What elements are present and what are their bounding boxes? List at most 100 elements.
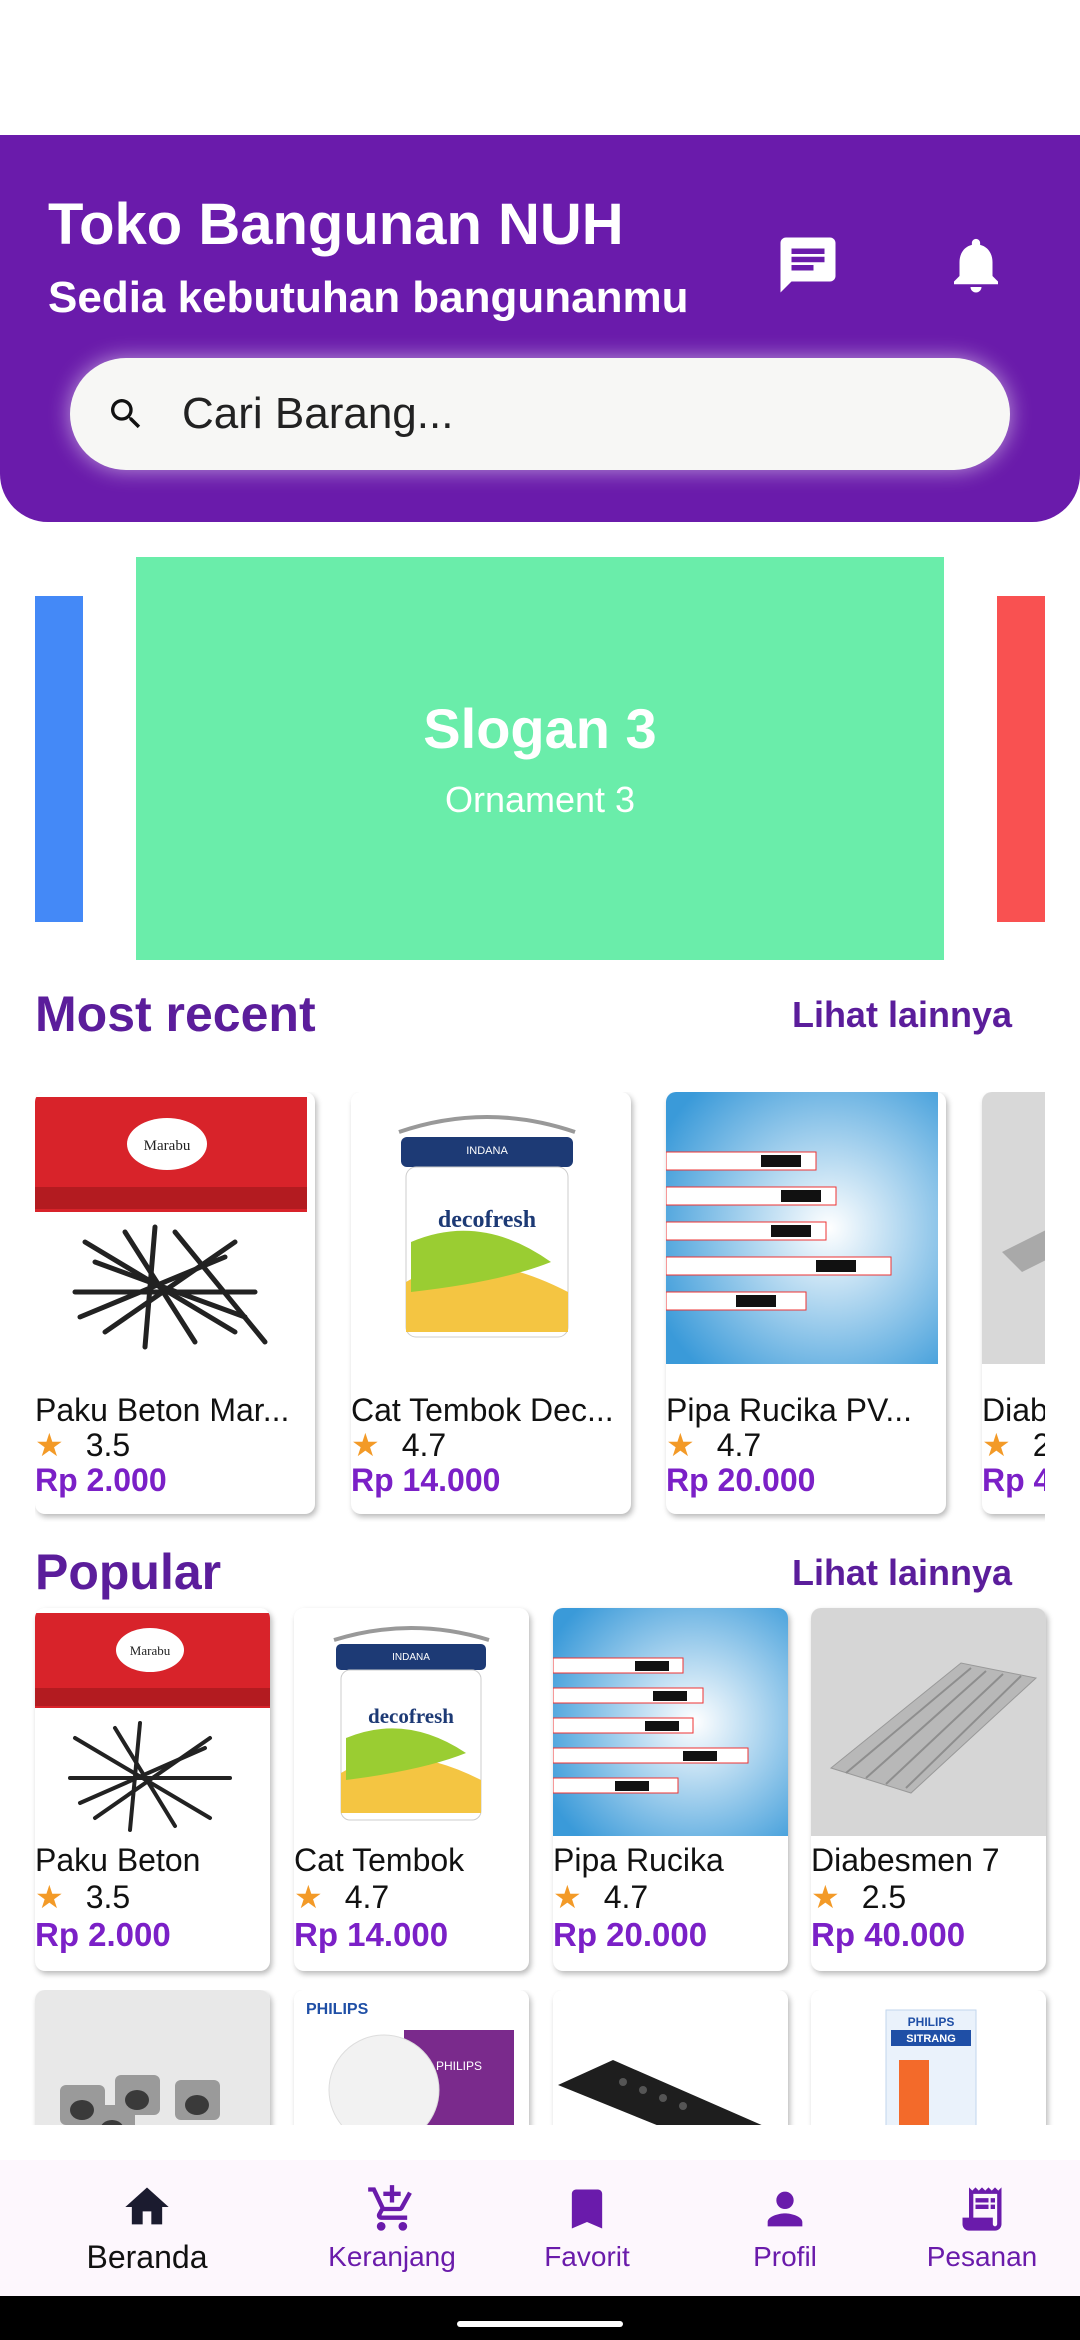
product-image-pipes [553,1608,788,1836]
product-card[interactable]: decofresh INDANA Cat Tembok Dec... ★ 4.7 … [351,1092,631,1514]
cart-icon [368,2185,412,2231]
status-bar [0,0,1080,135]
product-card[interactable]: Marabu Paku Beton ★ 3.5 Rp 2.000 [35,1608,270,1971]
svg-text:PHILIPS: PHILIPS [436,2059,482,2073]
product-card[interactable]: PHILIPS SITRANG [811,1990,1046,2125]
product-card[interactable] [553,1990,788,2125]
svg-text:INDANA: INDANA [392,1652,430,1663]
product-card[interactable]: Pipa Rucika PV... ★ 4.7 Rp 20.000 [666,1092,946,1514]
product-rating: ★ 2.5 [811,1878,906,1916]
product-name: Paku Beton Mar... [35,1392,290,1428]
product-image-nails: Marabu [35,1092,307,1364]
star-icon: ★ [982,1427,1011,1463]
product-rating: ★ 4.7 [294,1878,389,1916]
product-price: Rp 4 [982,1462,1045,1498]
app-title: Toko Bangunan NUH [48,192,624,257]
home-gesture-bar[interactable] [457,2321,623,2327]
app-header: Toko Bangunan NUH Sedia kebutuhan bangun… [0,135,1080,522]
carousel-slide-prev[interactable] [35,596,83,922]
chat-icon [780,237,836,293]
chat-button[interactable] [766,223,850,307]
carousel-slide-current[interactable]: Slogan 3 Ornament 3 [136,557,944,960]
nav-item-profil[interactable]: Profil [690,2160,880,2296]
rating-value: 2.5 [861,1878,907,1915]
svg-text:decofresh: decofresh [368,1704,454,1728]
popular-title: Popular [35,1544,222,1600]
search-bar[interactable] [70,358,1010,470]
svg-text:INDANA: INDANA [466,1145,508,1157]
product-name: Pipa Rucika [553,1842,724,1878]
product-card[interactable]: Diab ★ 2 Rp 4 [982,1092,1045,1514]
star-icon: ★ [553,1879,582,1915]
product-image-fittings [35,1990,270,2125]
nav-label: Keranjang [328,2241,456,2272]
product-price: Rp 14.000 [351,1462,501,1498]
product-image-roofing [982,1092,1045,1364]
nav-label: Favorit [544,2241,630,2272]
star-icon: ★ [35,1427,64,1463]
product-price: Rp 2.000 [35,1462,167,1498]
product-price: Rp 20.000 [553,1916,708,1953]
svg-text:PHILIPS: PHILIPS [306,2001,369,2018]
rating-value: 4.7 [344,1878,390,1915]
nav-item-keranjang[interactable]: Keranjang [297,2160,487,2296]
search-input[interactable] [180,358,980,470]
system-gesture-area [0,2296,1080,2340]
product-image-roofing [811,1608,1046,1836]
most-recent-title: Most recent [35,986,316,1042]
product-image-pipes [666,1092,938,1364]
slide-subtitle: Ornament 3 [444,779,636,820]
product-image-paint: decofresh INDANA [351,1092,623,1364]
product-image-bulb: PHILIPS PHILIPS [294,1990,529,2125]
slide-title: Slogan 3 [423,697,657,760]
person-icon [767,2191,803,2227]
product-rating: ★ 4.7 [666,1426,761,1464]
rating-value: 4.7 [401,1426,447,1463]
product-name: Diab [982,1392,1045,1428]
product-image-lamp: PHILIPS SITRANG [811,1990,1046,2125]
app-subtitle: Sedia kebutuhan bangunanmu [48,273,689,322]
svg-text:Marabu: Marabu [130,1643,171,1658]
rating-value: 4.7 [716,1426,762,1463]
bookmark-icon [571,2189,603,2229]
star-icon: ★ [811,1879,840,1915]
product-price: Rp 40.000 [811,1916,966,1953]
most-recent-see-more-link[interactable]: Lihat lainnya [792,994,1012,1036]
product-rating: ★ 3.5 [35,1878,130,1916]
product-rating: ★ 4.7 [553,1878,648,1916]
product-rating: ★ 2 [982,1426,1045,1464]
bottom-navigation: Beranda Keranjang Favorit Profil Pesanan [0,2160,1080,2296]
nav-item-pesanan[interactable]: Pesanan [887,2160,1077,2296]
rating-value: 3.5 [85,1426,131,1463]
product-name: Cat Tembok Dec... [351,1392,614,1428]
star-icon: ★ [35,1879,64,1915]
product-card[interactable]: Pipa Rucika ★ 4.7 Rp 20.000 [553,1608,788,1971]
svg-text:PHILIPS: PHILIPS [908,2015,955,2029]
star-icon: ★ [351,1427,380,1463]
nav-item-favorit[interactable]: Favorit [492,2160,682,2296]
product-image-paint: decofresh INDANA [294,1608,529,1836]
product-card[interactable]: decofresh INDANA Cat Tembok ★ 4.7 Rp 14.0… [294,1608,529,1971]
notification-button[interactable] [934,223,1018,307]
popular-grid-row-2: PHILIPS PHILIPS PHILIPS SITRANG [0,1990,1080,2125]
carousel-slide-next[interactable] [997,596,1045,922]
product-price: Rp 20.000 [666,1462,816,1498]
star-icon: ★ [294,1879,323,1915]
rating-value: 2 [1032,1426,1045,1463]
product-card[interactable]: Diabesmen 7 ★ 2.5 Rp 40.000 [811,1608,1046,1971]
svg-text:SITRANG: SITRANG [906,2033,956,2045]
product-card[interactable]: PHILIPS PHILIPS [294,1990,529,2125]
product-card[interactable] [35,1990,270,2125]
nav-item-beranda[interactable]: Beranda [52,2160,242,2296]
home-icon [125,2187,169,2224]
svg-text:Marabu: Marabu [144,1138,191,1154]
nav-label: Profil [753,2241,817,2272]
popular-see-more-link[interactable]: Lihat lainnya [792,1552,1012,1594]
rating-value: 4.7 [603,1878,649,1915]
product-image-remote [553,1990,788,2125]
product-price: Rp 14.000 [294,1916,449,1953]
nav-label: Beranda [86,2238,208,2275]
bell-icon [954,238,998,293]
product-card[interactable]: Marabu Paku Beton Mar... ★ 3.5 Rp 2.000 [35,1092,315,1514]
product-image-nails: Marabu [35,1608,270,1836]
